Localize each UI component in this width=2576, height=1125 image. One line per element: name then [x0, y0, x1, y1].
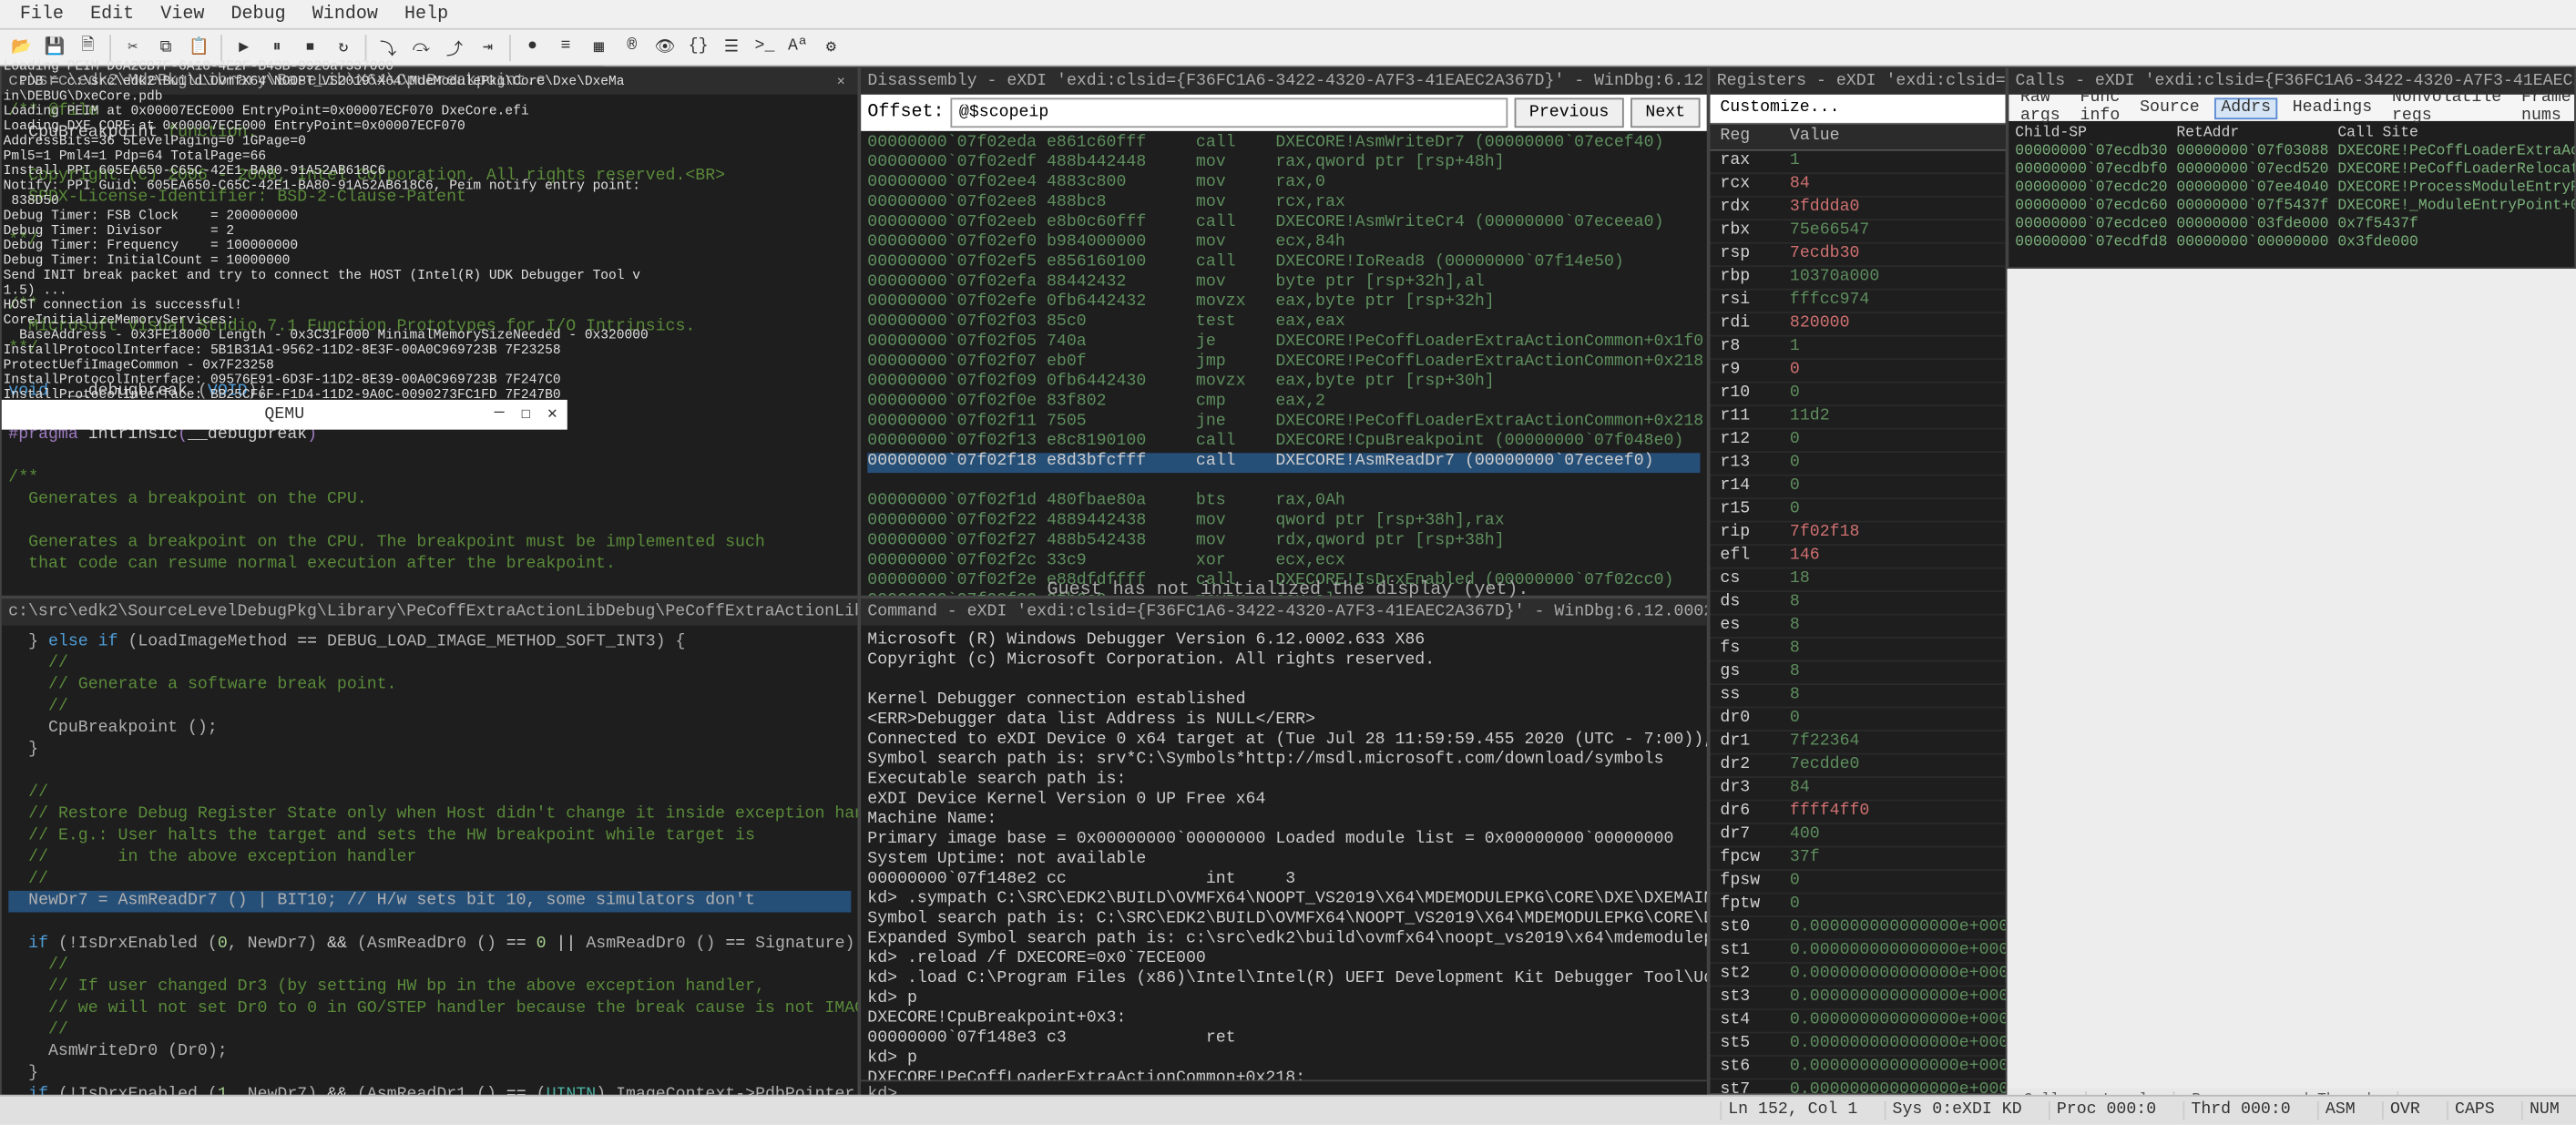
menu-file[interactable]: File: [6, 5, 77, 25]
status-num: NUM: [2521, 1101, 2566, 1120]
status-caps: CAPS: [2447, 1101, 2501, 1120]
status-pos: Ln 152, Col 1: [1720, 1101, 1864, 1120]
menu-help[interactable]: Help: [391, 5, 461, 25]
menu-view[interactable]: View: [148, 5, 218, 25]
status-bar: Ln 152, Col 1 Sys 0:eXDI KD Proc 000:0 T…: [0, 1095, 2576, 1125]
qemu-message: Guest has not initialized the display (y…: [1048, 580, 1529, 600]
status-ovr: OVR: [2382, 1101, 2427, 1120]
menu-debug[interactable]: Debug: [218, 5, 299, 25]
status-asm: ASM: [2317, 1101, 2362, 1120]
main-menubar[interactable]: File Edit View Debug Window Help: [0, 0, 2576, 30]
menu-edit[interactable]: Edit: [77, 5, 148, 25]
qemu-display: Guest has not initialized the display (y…: [0, 56, 2576, 1125]
qemu-window[interactable]: QEMU —☐✕ MachineView Guest has not initi…: [0, 398, 569, 895]
menu-window[interactable]: Window: [299, 5, 391, 25]
status-sys: Sys 0:eXDI KD: [1884, 1101, 2028, 1120]
status-proc: Proc 000:0: [2049, 1101, 2163, 1120]
status-thrd: Thrd 000:0: [2182, 1101, 2297, 1120]
